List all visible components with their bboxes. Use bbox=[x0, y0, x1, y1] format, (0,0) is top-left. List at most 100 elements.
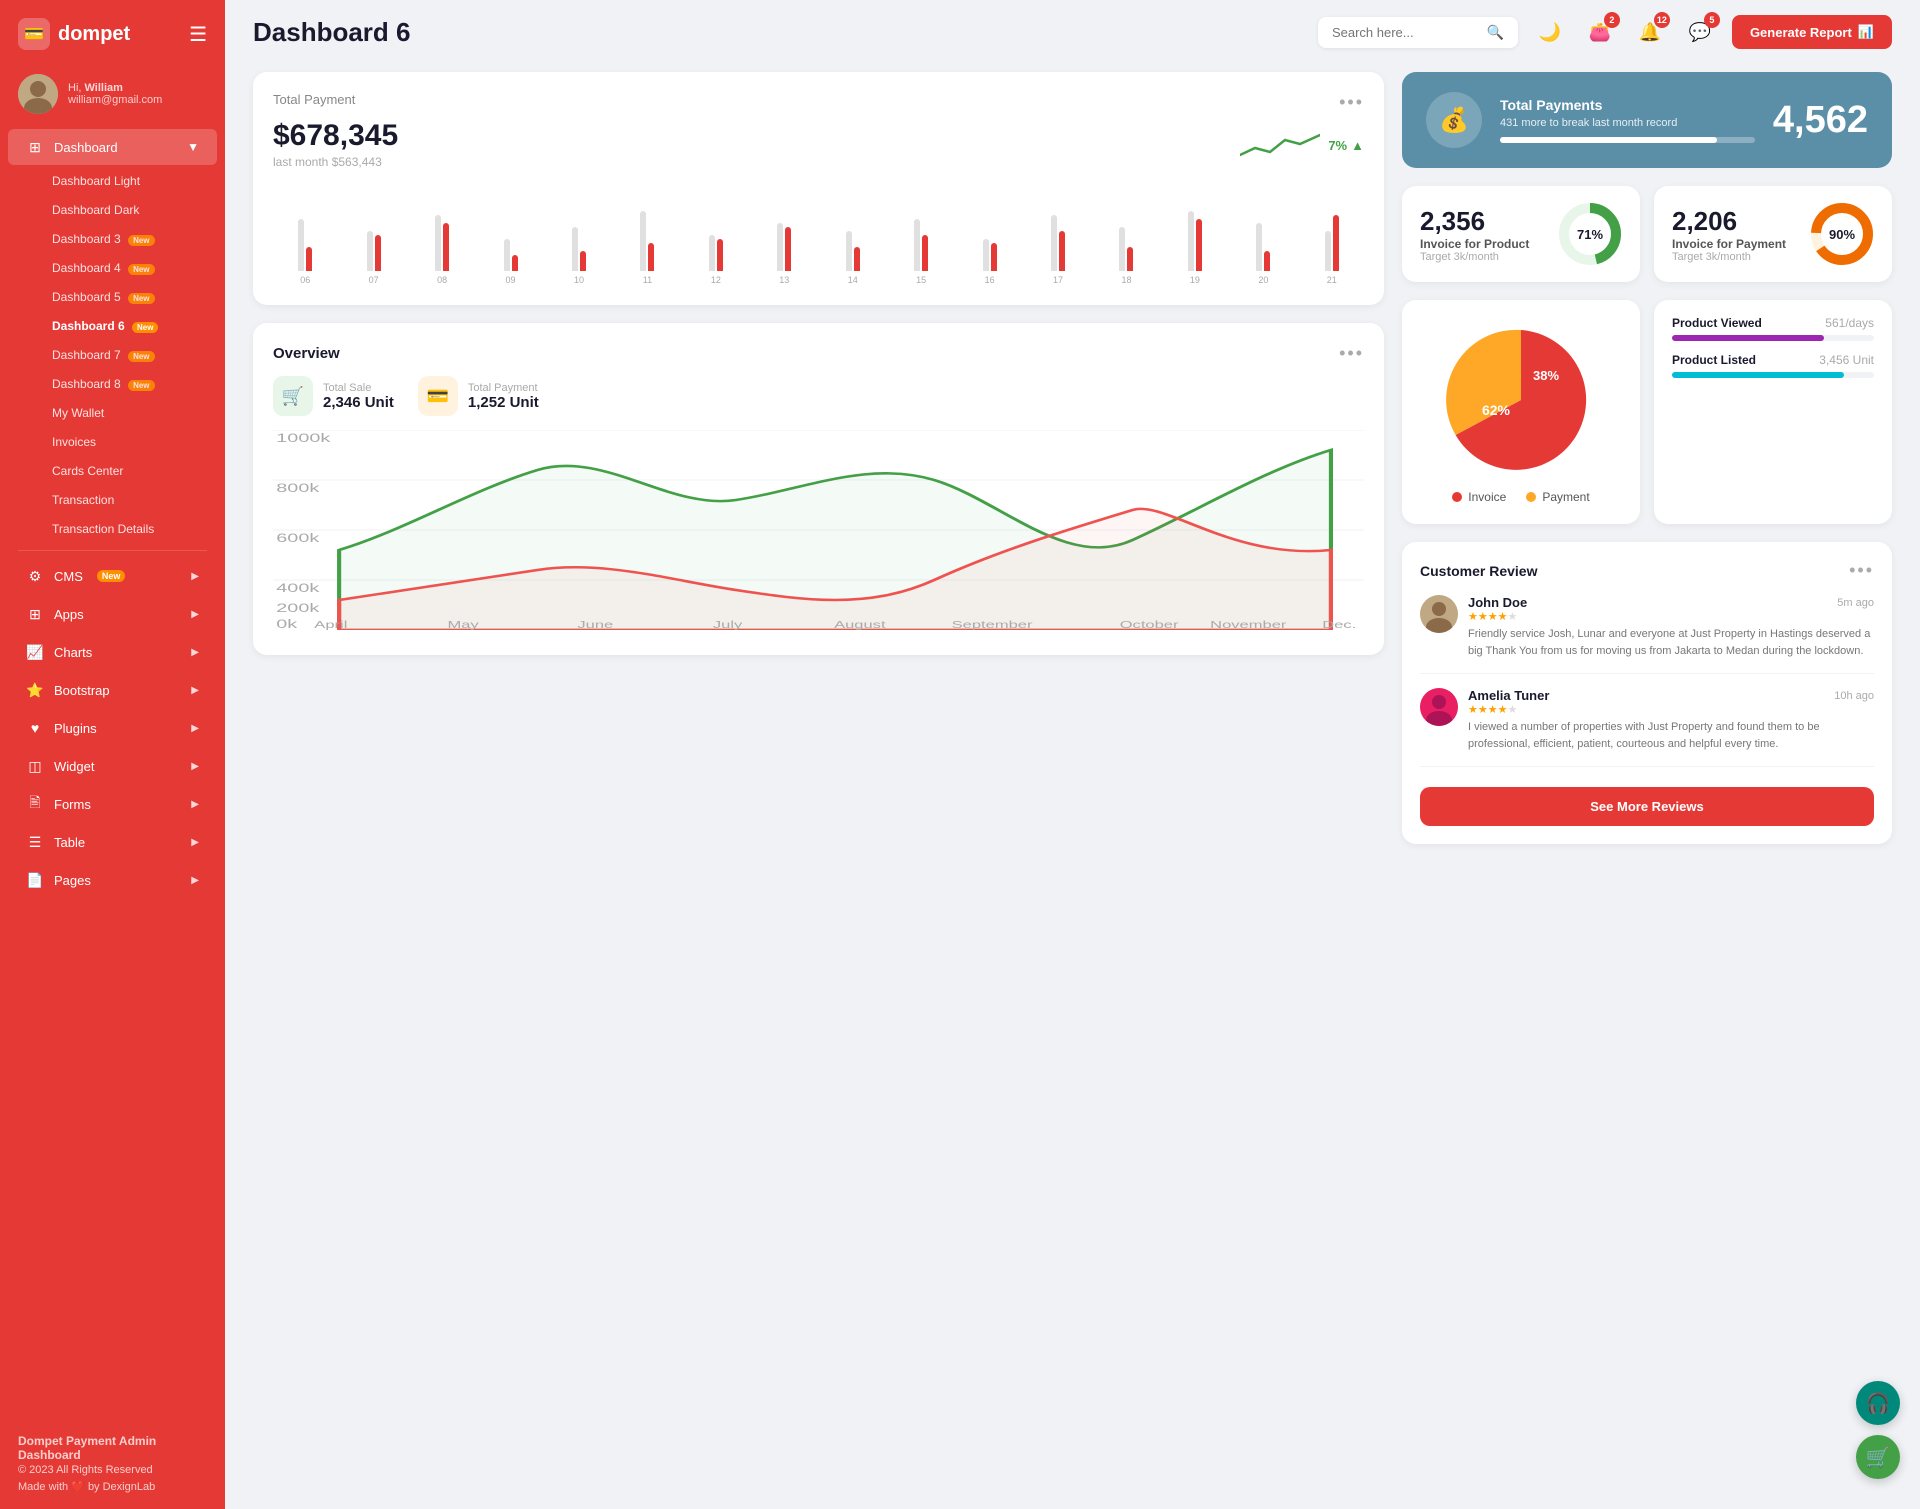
sidebar-item-dashboard-7[interactable]: Dashboard 7 New bbox=[16, 341, 217, 369]
sidebar-item-dashboard-4[interactable]: Dashboard 4 New bbox=[16, 254, 217, 282]
total-sale-icon: 🛒 bbox=[273, 376, 313, 416]
product-viewed-item: Product Viewed 561/days bbox=[1672, 316, 1874, 341]
overview-title: Overview bbox=[273, 345, 340, 362]
sidebar-item-my-wallet[interactable]: My Wallet bbox=[16, 399, 217, 427]
bar-chart-icon: 📊 bbox=[1858, 24, 1874, 40]
logo-icon: 💳 bbox=[18, 18, 50, 50]
user-info: Hi, William william@gmail.com bbox=[68, 82, 162, 106]
charts-icon: 📈 bbox=[26, 643, 44, 661]
banner-sub: 431 more to break last month record bbox=[1500, 117, 1755, 129]
sidebar-item-pages[interactable]: 📄 Pages ▶ bbox=[8, 862, 217, 898]
svg-text:1000k: 1000k bbox=[276, 432, 331, 445]
invoice-payment-value: 2,206 bbox=[1672, 206, 1786, 237]
main-grid: Total Payment ••• $678,345 last month $5… bbox=[253, 72, 1892, 844]
payment-amount: $678,345 bbox=[273, 119, 398, 153]
wallet-button[interactable]: 👛 2 bbox=[1582, 14, 1618, 50]
invoice-payment-target: Target 3k/month bbox=[1672, 251, 1786, 263]
overview-menu[interactable]: ••• bbox=[1339, 343, 1364, 364]
overview-area-chart: 1000k 800k 600k 400k 200k 0k April May bbox=[273, 430, 1364, 630]
bootstrap-icon: ⭐ bbox=[26, 681, 44, 699]
bar-group: 21 bbox=[1300, 191, 1364, 285]
sidebar-item-transaction[interactable]: Transaction bbox=[16, 486, 217, 514]
total-payment-stat: 💳 Total Payment 1,252 Unit bbox=[418, 376, 539, 416]
bar-group: 14 bbox=[821, 191, 885, 285]
search-box[interactable]: 🔍 bbox=[1318, 17, 1518, 48]
see-more-reviews-button[interactable]: See More Reviews bbox=[1420, 787, 1874, 826]
cart-float-button[interactable]: 🛒 bbox=[1856, 1435, 1900, 1479]
support-float-button[interactable]: 🎧 bbox=[1856, 1381, 1900, 1425]
total-sale-label: Total Sale bbox=[323, 382, 394, 394]
search-input[interactable] bbox=[1332, 25, 1479, 40]
pie-products-row: 62% 38% Invoice Payment bbox=[1402, 300, 1892, 524]
sidebar-item-charts[interactable]: 📈 Charts ▶ bbox=[8, 634, 217, 670]
sidebar-item-plugins[interactable]: ♥ Plugins ▶ bbox=[8, 710, 217, 746]
svg-text:200k: 200k bbox=[276, 602, 320, 615]
bar-gray bbox=[709, 235, 715, 271]
topbar-right: 🔍 🌙 👛 2 🔔 12 💬 5 Generate Report 📊 bbox=[1318, 14, 1892, 50]
sidebar-item-dashboard-dark[interactable]: Dashboard Dark bbox=[16, 196, 217, 224]
made-with: Made with ❤️ by DexignLab bbox=[18, 1480, 207, 1493]
sidebar-item-dashboard-3[interactable]: Dashboard 3 New bbox=[16, 225, 217, 253]
sidebar-item-dashboard-6[interactable]: Dashboard 6 New bbox=[16, 312, 217, 340]
hamburger-button[interactable]: ☰ bbox=[189, 22, 207, 47]
invoice-legend: Invoice bbox=[1452, 490, 1506, 504]
bar-group: 20 bbox=[1231, 191, 1295, 285]
product-listed-track bbox=[1672, 372, 1874, 378]
sidebar-item-forms[interactable]: 🖹 Forms ▶ bbox=[8, 786, 217, 822]
svg-text:May: May bbox=[447, 619, 478, 630]
total-payment-menu[interactable]: ••• bbox=[1339, 92, 1364, 113]
sidebar-item-dashboard-8[interactable]: Dashboard 8 New bbox=[16, 370, 217, 398]
brand-logo[interactable]: 💳 dompet bbox=[18, 18, 130, 50]
bar-gray bbox=[777, 223, 783, 271]
invoice-product-target: Target 3k/month bbox=[1420, 251, 1529, 263]
sidebar-item-invoices[interactable]: Invoices bbox=[16, 428, 217, 456]
bar-gray bbox=[298, 219, 304, 271]
bar-group: 19 bbox=[1163, 191, 1227, 285]
svg-text:September: September bbox=[952, 619, 1033, 630]
sidebar-item-table[interactable]: ☰ Table ▶ bbox=[8, 824, 217, 860]
total-payment-stat-value: 1,252 Unit bbox=[468, 394, 539, 411]
generate-report-button[interactable]: Generate Report 📊 bbox=[1732, 15, 1892, 49]
invoice-dot bbox=[1452, 492, 1462, 502]
bar-red bbox=[922, 235, 928, 271]
sidebar-item-cards-center[interactable]: Cards Center bbox=[16, 457, 217, 485]
bar-group: 18 bbox=[1094, 191, 1158, 285]
message-button[interactable]: 💬 5 bbox=[1682, 14, 1718, 50]
sidebar-item-dashboard[interactable]: ⊞ Dashboard ▼ bbox=[8, 129, 217, 165]
charts-arrow: ▶ bbox=[191, 647, 199, 658]
dark-mode-icon: 🌙 bbox=[1539, 22, 1561, 43]
sidebar-item-dashboard-5[interactable]: Dashboard 5 New bbox=[16, 283, 217, 311]
payment-dot bbox=[1526, 492, 1536, 502]
sidebar-item-transaction-details[interactable]: Transaction Details bbox=[16, 515, 217, 543]
bar-red bbox=[1196, 219, 1202, 271]
pie-chart-card: 62% 38% Invoice Payment bbox=[1402, 300, 1640, 524]
sidebar-divider bbox=[18, 550, 207, 551]
sidebar-item-cms[interactable]: ⚙ CMS New ▶ bbox=[8, 558, 217, 594]
dashboard-submenu: Dashboard Light Dashboard Dark Dashboard… bbox=[0, 166, 225, 544]
total-payment-card: Total Payment ••• $678,345 last month $5… bbox=[253, 72, 1384, 305]
bar-label: 16 bbox=[985, 275, 995, 285]
right-column: 💰 Total Payments 431 more to break last … bbox=[1402, 72, 1892, 844]
dark-mode-button[interactable]: 🌙 bbox=[1532, 14, 1568, 50]
total-payment-title: Total Payment bbox=[273, 92, 355, 107]
review-text-1: I viewed a number of properties with Jus… bbox=[1468, 719, 1874, 752]
sidebar-item-apps[interactable]: ⊞ Apps ▶ bbox=[8, 596, 217, 632]
total-sale-stat: 🛒 Total Sale 2,346 Unit bbox=[273, 376, 394, 416]
apps-arrow: ▶ bbox=[191, 609, 199, 620]
plugins-icon: ♥ bbox=[26, 719, 44, 737]
banner-number: 4,562 bbox=[1773, 99, 1868, 142]
invoice-payment-card: 2,206 Invoice for Payment Target 3k/mont… bbox=[1654, 186, 1892, 282]
sidebar-item-widget[interactable]: ◫ Widget ▶ bbox=[8, 748, 217, 784]
review-menu[interactable]: ••• bbox=[1849, 560, 1874, 581]
notification-button[interactable]: 🔔 12 bbox=[1632, 14, 1668, 50]
svg-text:600k: 600k bbox=[276, 532, 320, 545]
sidebar-item-bootstrap[interactable]: ⭐ Bootstrap ▶ bbox=[8, 672, 217, 708]
sidebar-item-dashboard-light[interactable]: Dashboard Light bbox=[16, 167, 217, 195]
bar-label: 06 bbox=[300, 275, 310, 285]
bar-red bbox=[306, 247, 312, 271]
svg-text:71%: 71% bbox=[1577, 227, 1603, 242]
bar-red bbox=[717, 239, 723, 271]
bar-red bbox=[648, 243, 654, 271]
cms-arrow: ▶ bbox=[191, 571, 199, 582]
review-text-0: Friendly service Josh, Lunar and everyon… bbox=[1468, 626, 1874, 659]
